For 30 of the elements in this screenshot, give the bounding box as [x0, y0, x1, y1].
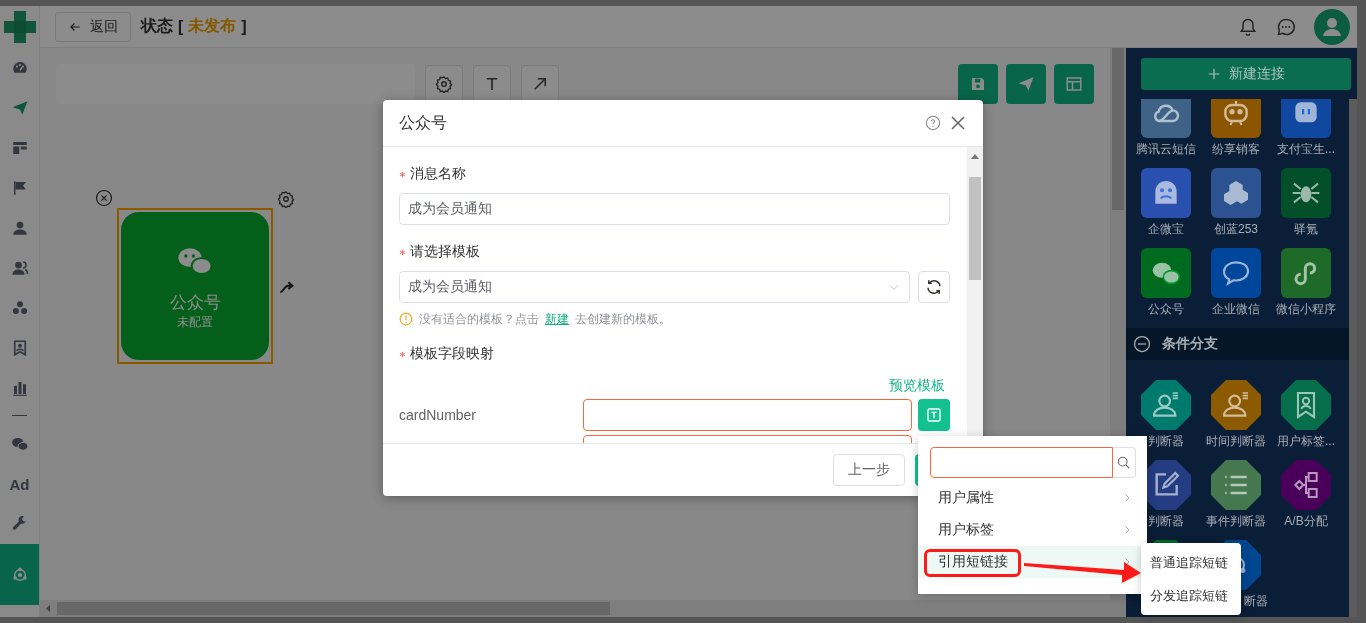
dialog-title: 公众号	[399, 112, 447, 133]
bracket-text: ]	[241, 17, 247, 36]
node-subtitle: 未配置	[177, 314, 213, 331]
condition-label: A/B分配	[1284, 513, 1328, 530]
condition-label: 判断器	[1148, 513, 1184, 530]
hint-text: 去创建新的模板。	[575, 310, 671, 328]
bracket-text: [	[178, 17, 184, 36]
connector-label: 企业微信	[1212, 301, 1260, 318]
node-title: 公众号	[169, 292, 221, 314]
condition-label: 事件判断器	[1206, 513, 1266, 530]
connector-label: 创蓝253	[1214, 221, 1258, 238]
condition-label: 用户标签...	[1277, 433, 1335, 450]
page-title: 状态	[141, 16, 173, 36]
connector-label: 腾讯云短信	[1136, 141, 1196, 158]
condition-label: 判断器	[1148, 433, 1184, 450]
condition-label: 断器	[1244, 593, 1268, 610]
connector-label: 公众号	[1148, 301, 1184, 318]
field-label: 模板字段映射	[410, 345, 494, 363]
field-label: 消息名称	[410, 165, 466, 183]
field-label: 请选择模板	[410, 243, 480, 261]
status-text: 未发布	[188, 16, 237, 36]
hint-text: 没有适合的模板？点击	[419, 310, 539, 328]
condition-label: 时间判断器	[1206, 433, 1266, 450]
connector-label: 支付宝生...	[1277, 141, 1335, 158]
connector-label: 企微宝	[1148, 221, 1184, 238]
connector-label: 纷享销客	[1212, 141, 1260, 158]
connector-label: 驿氪	[1294, 221, 1318, 238]
connector-label: 微信小程序	[1276, 301, 1336, 318]
section-title: 条件分支	[1162, 335, 1218, 353]
field-name: cardNumber	[399, 407, 478, 423]
